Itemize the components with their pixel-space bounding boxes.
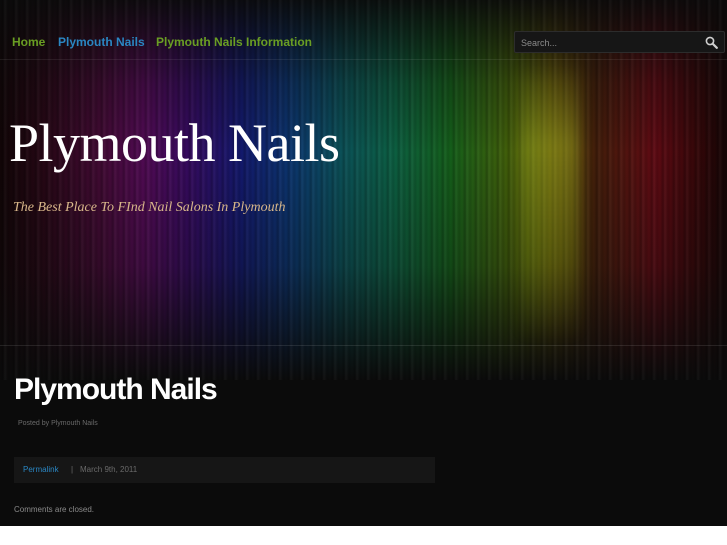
post-title[interactable]: Plymouth Nails xyxy=(14,375,218,405)
banner-glow xyxy=(520,60,580,340)
post-byline: Posted by Plymouth Nails xyxy=(18,420,98,427)
header-divider xyxy=(0,345,727,346)
post-date: March 9th, 2011 xyxy=(80,465,138,474)
comments-status: Comments are closed. xyxy=(14,505,95,514)
page: Home Plymouth Nails Plymouth Nails Infor… xyxy=(0,0,727,526)
nav-item-home[interactable]: Home xyxy=(12,35,45,49)
search-box xyxy=(514,31,725,53)
search-input[interactable] xyxy=(521,35,701,50)
nav-item-plymouth-nails[interactable]: Plymouth Nails xyxy=(58,35,145,49)
meta-separator: | xyxy=(71,465,74,474)
post-footer: Permalink | March 9th, 2011 xyxy=(14,457,435,483)
site-tagline: The Best Place To FInd Nail Salons In Pl… xyxy=(13,200,286,215)
site-title[interactable]: Plymouth Nails xyxy=(9,116,340,170)
permalink-link[interactable]: Permalink xyxy=(23,465,59,474)
search-icon[interactable] xyxy=(705,36,718,49)
nav-item-plymouth-nails-information[interactable]: Plymouth Nails Information xyxy=(156,35,312,49)
